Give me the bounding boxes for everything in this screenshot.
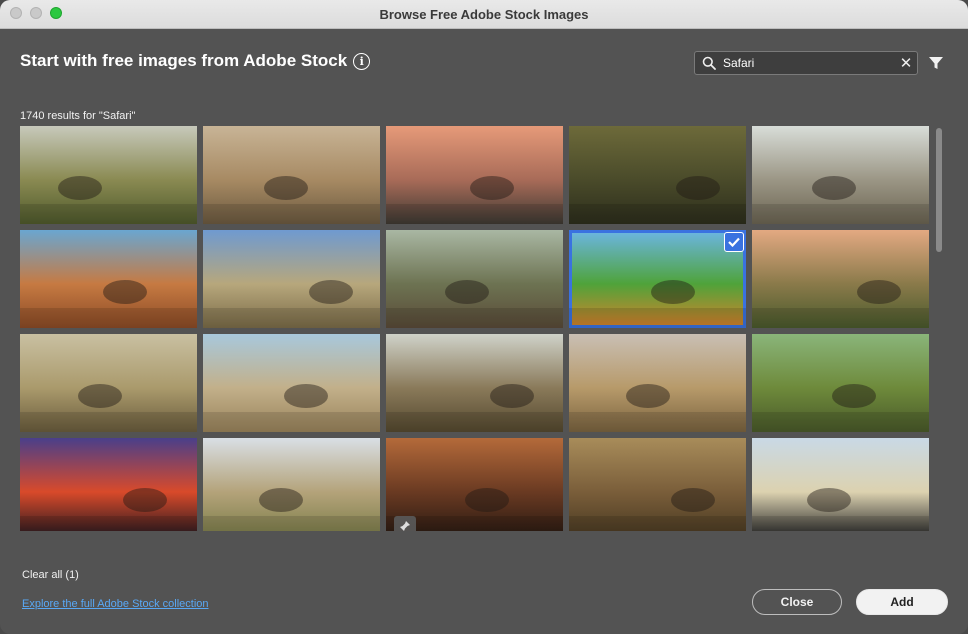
thumbnail-image	[569, 176, 746, 224]
thumbnail-image	[203, 280, 380, 328]
image-tile-two-zebras[interactable]	[752, 438, 929, 531]
scrollbar[interactable]	[936, 128, 942, 252]
explore-link[interactable]: Explore the full Adobe Stock collection	[22, 598, 209, 610]
image-tile-dirt-road-jeep[interactable]	[386, 334, 563, 432]
image-tile-giraffes-sunset[interactable]	[20, 438, 197, 531]
minimize-window-button[interactable]	[30, 7, 42, 19]
thumbnail-image	[752, 280, 929, 328]
stock-dialog: Browse Free Adobe Stock Images Start wit…	[0, 0, 968, 634]
thumbnail-image	[203, 384, 380, 432]
thumbnail-image	[386, 280, 563, 328]
close-button[interactable]: Close	[752, 589, 842, 615]
thumbnail-image	[203, 176, 380, 224]
thumbnail-image	[20, 280, 197, 328]
image-tile-acacia-tree[interactable]	[203, 334, 380, 432]
thumbnail-image	[752, 384, 929, 432]
results-count: 1740 results for "Safari"	[20, 110, 136, 122]
thumbnail-image	[752, 488, 929, 531]
search-icon	[695, 56, 723, 70]
filter-icon[interactable]	[928, 55, 944, 71]
image-tile-cheetah-walking[interactable]	[203, 126, 380, 224]
image-tile-meerkats-savanna[interactable]	[203, 438, 380, 531]
window-controls	[10, 7, 62, 19]
thumbnail-image	[20, 176, 197, 224]
image-tile-people-elephant[interactable]	[386, 230, 563, 328]
close-icon[interactable]: ✕	[895, 54, 917, 72]
add-button[interactable]: Add	[856, 589, 948, 615]
thumbnail-image	[20, 488, 197, 531]
image-tile-elephant-herd[interactable]	[203, 230, 380, 328]
page-title: Start with free images from Adobe Stock	[20, 51, 348, 70]
thumbnail-image	[569, 280, 746, 328]
thumbnail-image	[752, 176, 929, 224]
image-tile-elephants-field[interactable]	[569, 334, 746, 432]
title-bar: Browse Free Adobe Stock Images	[0, 0, 968, 29]
window-title: Browse Free Adobe Stock Images	[379, 6, 589, 22]
close-window-button[interactable]	[10, 7, 22, 19]
image-tile-desert-jeep[interactable]	[20, 230, 197, 328]
image-tile-jeep-giraffes[interactable]	[20, 126, 197, 224]
image-grid	[20, 126, 932, 531]
image-tile-elephant-dust[interactable]	[386, 438, 563, 531]
checkmark-icon[interactable]	[724, 232, 744, 252]
pin-icon[interactable]	[394, 516, 416, 531]
info-icon[interactable]: i	[353, 52, 371, 70]
image-tile-zebras-herd[interactable]	[20, 334, 197, 432]
thumbnail-image	[569, 488, 746, 531]
image-tile-elephant-sunset-lake[interactable]	[386, 126, 563, 224]
image-tile-wildebeest-river[interactable]	[569, 438, 746, 531]
image-tile-giraffes-group[interactable]	[752, 334, 929, 432]
search-box: ✕	[694, 51, 918, 75]
image-tile-zebras-jeep[interactable]	[569, 230, 746, 328]
zoom-window-button[interactable]	[50, 7, 62, 19]
thumbnail-image	[20, 384, 197, 432]
page-heading: Start with free images from Adobe Stock …	[20, 51, 371, 71]
thumbnail-image	[386, 176, 563, 224]
image-tile-elephant-road-sunset[interactable]	[752, 230, 929, 328]
image-tile-zebra-grassland[interactable]	[569, 126, 746, 224]
thumbnail-image	[569, 384, 746, 432]
search-input[interactable]	[723, 56, 895, 70]
thumbnail-image	[203, 488, 380, 531]
image-tile-jeep-elephant[interactable]	[752, 126, 929, 224]
thumbnail-image	[386, 384, 563, 432]
clear-all-label[interactable]: Clear all (1)	[22, 569, 79, 581]
